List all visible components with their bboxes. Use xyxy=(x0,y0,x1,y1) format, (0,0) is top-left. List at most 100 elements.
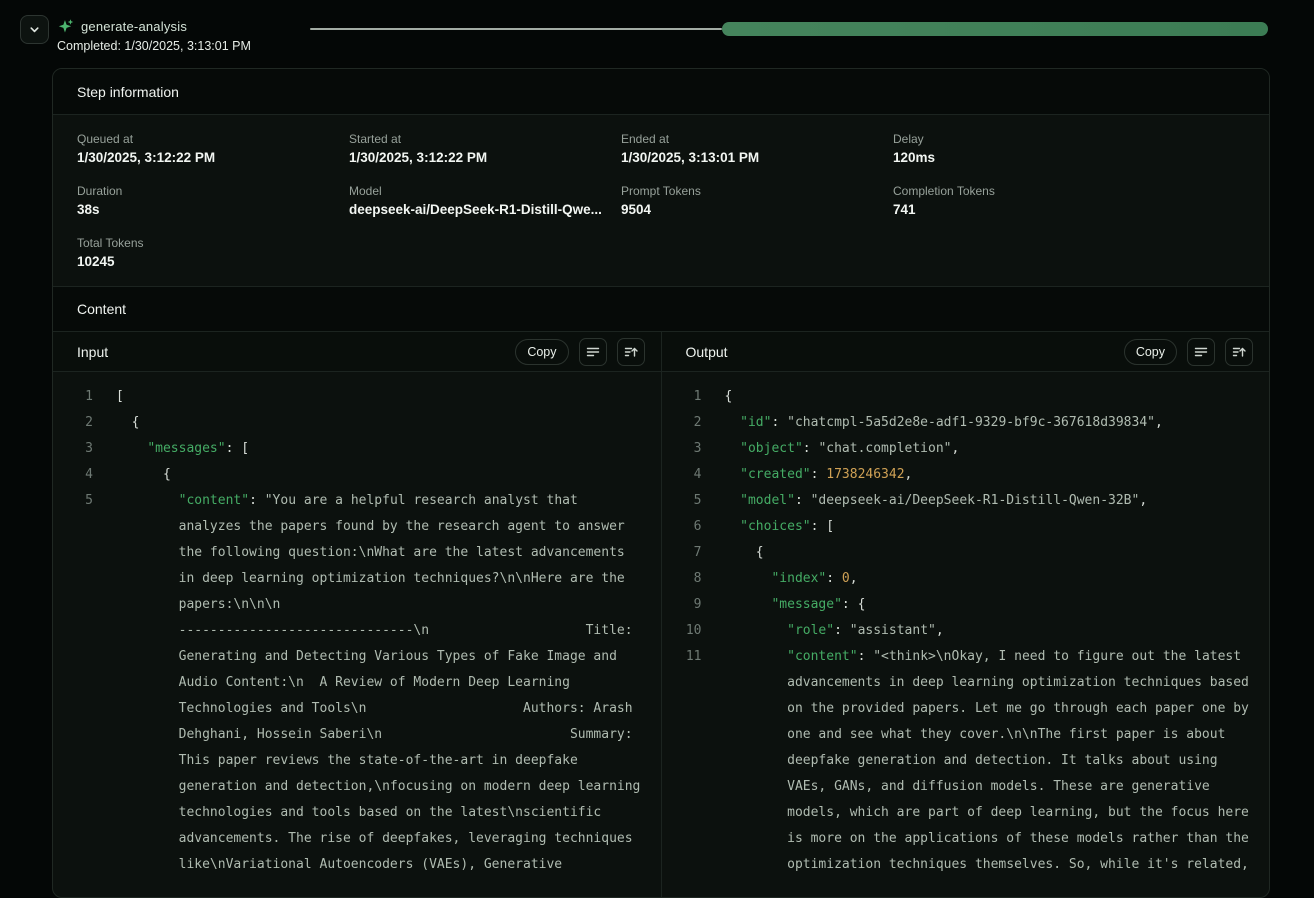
input-code-line: 3 "messages": [ xyxy=(77,436,645,462)
line-number: 5 xyxy=(686,488,702,514)
output-copy-button[interactable]: Copy xyxy=(1124,339,1177,365)
step-information-title: Step information xyxy=(77,84,179,100)
collapse-step-button[interactable] xyxy=(20,15,49,44)
field-label: Delay xyxy=(893,132,1165,146)
input-code-viewer[interactable]: 1[2 {3 "messages": [4 {5 "content": "You… xyxy=(53,372,661,898)
input-copy-button[interactable]: Copy xyxy=(515,339,568,365)
output-code-line: 2 "id": "chatcmpl-5a5d2e8e-adf1-9329-bf9… xyxy=(686,410,1254,436)
input-code-line: analyzes the papers found by the researc… xyxy=(77,514,645,540)
step-detail-panel: Step information Queued at1/30/2025, 3:1… xyxy=(52,68,1270,898)
code-text: generation and detection,\nfocusing on m… xyxy=(116,774,640,800)
line-number: 2 xyxy=(77,410,93,436)
info-field-duration: Duration38s xyxy=(77,184,349,218)
line-number xyxy=(77,618,93,644)
info-field-delay: Delay 120ms xyxy=(893,132,1165,166)
output-code-line: 9 "message": { xyxy=(686,592,1254,618)
input-panel-header: Input Copy xyxy=(53,332,661,372)
field-value: 120ms xyxy=(893,149,1165,166)
step-header: generate-analysis Completed: 1/30/2025, … xyxy=(57,18,251,53)
code-text: Dehghani, Hossein Saberi\n Summary: xyxy=(116,722,633,748)
step-information-header: Step information xyxy=(53,69,1269,115)
line-number xyxy=(77,540,93,566)
input-code-line: technologies and tools based on the late… xyxy=(77,800,645,826)
sparkles-icon xyxy=(57,18,74,35)
code-text: like\nVariational Autoencoders (VAEs), G… xyxy=(116,852,562,878)
line-number xyxy=(77,696,93,722)
line-number xyxy=(77,592,93,618)
output-code-line: deepfake generation and detection. It ta… xyxy=(686,748,1254,774)
field-label: Total Tokens xyxy=(77,236,349,250)
code-text: advancements. The rise of deepfakes, lev… xyxy=(116,826,633,852)
timeline-active-bar[interactable] xyxy=(722,22,1268,36)
code-text: [ xyxy=(116,384,124,410)
line-number xyxy=(686,800,702,826)
info-field-completion-tokens: Completion Tokens741 xyxy=(893,184,1165,218)
output-code-line: 6 "choices": [ xyxy=(686,514,1254,540)
line-number xyxy=(686,852,702,878)
code-text: papers:\n\n\n xyxy=(116,592,280,618)
line-number: 11 xyxy=(686,644,702,670)
output-code-line: one and see what they cover.\n\nThe firs… xyxy=(686,722,1254,748)
input-code-line: 5 "content": "You are a helpful research… xyxy=(77,488,645,514)
info-field-ended-at: Ended at1/30/2025, 3:13:01 PM xyxy=(621,132,893,166)
output-code-line: 10 "role": "assistant", xyxy=(686,618,1254,644)
line-number xyxy=(686,670,702,696)
field-label: Prompt Tokens xyxy=(621,184,893,198)
line-number xyxy=(77,852,93,878)
chevron-down-icon xyxy=(27,22,42,37)
line-number: 6 xyxy=(686,514,702,540)
line-number: 8 xyxy=(686,566,702,592)
code-text: Audio Content:\n A Review of Modern Deep… xyxy=(116,670,570,696)
code-text: the following question:\nWhat are the la… xyxy=(116,540,625,566)
code-text: deepfake generation and detection. It ta… xyxy=(725,748,1218,774)
input-code-line: Technologies and Tools\n Authors: Arash xyxy=(77,696,645,722)
output-code-line: on the provided papers. Let me go throug… xyxy=(686,696,1254,722)
input-code-line: papers:\n\n\n xyxy=(77,592,645,618)
code-text: "created": 1738246342, xyxy=(725,462,913,488)
output-code-line: 5 "model": "deepseek-ai/DeepSeek-R1-Dist… xyxy=(686,488,1254,514)
line-number: 7 xyxy=(686,540,702,566)
code-text: models, which are part of deep learning,… xyxy=(725,800,1249,826)
code-text: This paper reviews the state-of-the-art … xyxy=(116,748,578,774)
code-text: "choices": [ xyxy=(725,514,835,540)
output-code-line: 11 "content": "<think>\nOkay, I need to … xyxy=(686,644,1254,670)
output-code-viewer[interactable]: 1{2 "id": "chatcmpl-5a5d2e8e-adf1-9329-b… xyxy=(662,372,1270,898)
line-number xyxy=(686,826,702,852)
input-code-line: This paper reviews the state-of-the-art … xyxy=(77,748,645,774)
field-value: 1/30/2025, 3:12:22 PM xyxy=(77,149,349,166)
input-scroll-top-button[interactable] xyxy=(617,338,645,366)
input-code-line: Dehghani, Hossein Saberi\n Summary: xyxy=(77,722,645,748)
line-number: 5 xyxy=(77,488,93,514)
output-code-line: 8 "index": 0, xyxy=(686,566,1254,592)
input-word-wrap-button[interactable] xyxy=(579,338,607,366)
code-text: "content": "You are a helpful research a… xyxy=(116,488,578,514)
field-value: 1/30/2025, 3:12:22 PM xyxy=(349,149,621,166)
output-panel-header: Output Copy xyxy=(662,332,1270,372)
code-text: { xyxy=(116,462,171,488)
step-name: generate-analysis xyxy=(81,19,187,34)
code-text: "index": 0, xyxy=(725,566,858,592)
output-code-line: optimization techniques themselves. So, … xyxy=(686,852,1254,878)
code-text: "model": "deepseek-ai/DeepSeek-R1-Distil… xyxy=(725,488,1148,514)
code-text: is more on the applications of these mod… xyxy=(725,826,1249,852)
output-word-wrap-button[interactable] xyxy=(1187,338,1215,366)
code-text: technologies and tools based on the late… xyxy=(116,800,601,826)
output-panel-title: Output xyxy=(686,344,1124,360)
info-field-total-tokens: Total Tokens10245 xyxy=(77,236,349,270)
field-label: Model xyxy=(349,184,621,198)
info-field-model: Modeldeepseek-ai/DeepSeek-R1-Distill-Qwe… xyxy=(349,184,621,218)
content-header: Content xyxy=(53,286,1269,332)
output-scroll-top-button[interactable] xyxy=(1225,338,1253,366)
input-panel-title: Input xyxy=(77,344,515,360)
line-number xyxy=(77,644,93,670)
field-value: 38s xyxy=(77,201,349,218)
code-text: Generating and Detecting Various Types o… xyxy=(116,644,617,670)
line-number xyxy=(77,722,93,748)
code-text: { xyxy=(725,540,764,566)
line-number: 1 xyxy=(77,384,93,410)
output-code-line: 7 { xyxy=(686,540,1254,566)
info-field-queued-at: Queued at1/30/2025, 3:12:22 PM xyxy=(77,132,349,166)
output-code-line: 1{ xyxy=(686,384,1254,410)
input-code-line: the following question:\nWhat are the la… xyxy=(77,540,645,566)
input-code-line: 1[ xyxy=(77,384,645,410)
